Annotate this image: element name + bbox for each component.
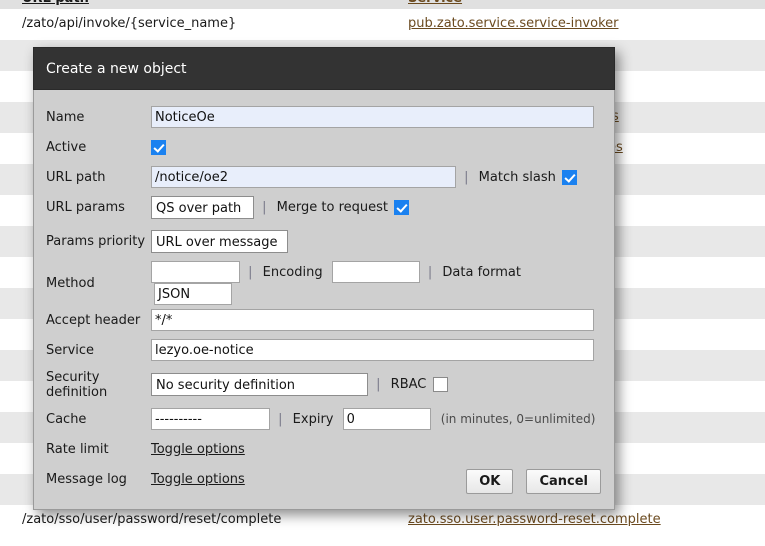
security-definition-select[interactable]: No security definition [151, 373, 368, 396]
form-row-cache: Cache ---------- | Expiry 0 (in minutes,… [46, 404, 602, 434]
dialog-title-bar: Create a new object [33, 47, 615, 90]
separator-pipe: | [262, 199, 267, 215]
label-data-format: Data format [442, 264, 521, 280]
label-rate-limit: Rate limit [46, 441, 109, 457]
form-row-rate-limit: Rate limit Toggle options [46, 434, 602, 464]
label-active: Active [46, 139, 87, 155]
expiry-input[interactable]: 0 [342, 408, 431, 430]
label-expiry: Expiry [292, 411, 334, 427]
accept-header-input[interactable]: */* [151, 309, 594, 331]
label-service: Service [46, 342, 95, 358]
url-params-select[interactable]: QS over path [151, 195, 254, 219]
rbac-checkbox[interactable] [432, 377, 448, 392]
label-params-priority: Params priority [46, 234, 146, 249]
label-url-path: URL path [46, 169, 106, 185]
label-merge-to-request: Merge to request [276, 199, 388, 215]
merge-to-request-checkbox[interactable] [394, 199, 410, 215]
dialog-body: Name NoticeOe Active URL path /notice/oe… [33, 90, 615, 510]
separator-pipe: | [248, 264, 253, 280]
form-row-service: Service lezyo.oe-notice [46, 335, 602, 365]
form-row-accept-header: Accept header */* [46, 305, 602, 335]
encoding-input[interactable] [331, 261, 420, 283]
form-row-params-priority: Params priority URL over message [46, 222, 602, 261]
params-priority-select[interactable]: URL over message [151, 230, 288, 253]
label-name: Name [46, 109, 85, 125]
modal-overlay: Create a new object Name NoticeOe Active… [0, 0, 765, 546]
label-cache: Cache [46, 411, 87, 427]
active-checkbox[interactable] [151, 139, 166, 155]
label-method: Method [46, 275, 95, 291]
form-row-url-path: URL path /notice/oe2 | Match slash [46, 162, 602, 192]
form-row-name: Name NoticeOe [46, 102, 602, 132]
data-format-input[interactable]: JSON [154, 283, 232, 305]
label-match-slash: Match slash [478, 169, 556, 185]
label-security-definition: Security definition [46, 369, 108, 400]
separator-pipe: | [464, 169, 469, 185]
form-row-url-params: URL params QS over path | Merge to reque… [46, 192, 602, 222]
label-url-params: URL params [46, 199, 125, 215]
rate-limit-toggle-link[interactable]: Toggle options [151, 442, 245, 457]
url-path-input[interactable]: /notice/oe2 [151, 166, 456, 188]
create-object-form: Name NoticeOe Active URL path /notice/oe… [46, 102, 602, 494]
label-accept-header: Accept header [46, 312, 141, 328]
name-input[interactable]: NoticeOe [151, 106, 594, 128]
expiry-hint: (in minutes, 0=unlimited) [440, 412, 596, 426]
service-input[interactable]: lezyo.oe-notice [151, 339, 594, 361]
dialog-title: Create a new object [46, 61, 187, 77]
form-row-method: Method | Encoding | Data format JSON [46, 261, 602, 305]
dialog-button-bar: OK Cancel [457, 469, 601, 494]
label-rbac: RBAC [390, 377, 427, 392]
separator-pipe: | [278, 411, 283, 427]
separator-pipe: | [376, 377, 381, 392]
create-object-dialog: Create a new object Name NoticeOe Active… [33, 47, 615, 510]
label-message-log: Message log [46, 471, 127, 487]
match-slash-checkbox[interactable] [561, 169, 577, 185]
message-log-toggle-link[interactable]: Toggle options [151, 472, 245, 487]
method-input[interactable] [151, 261, 240, 283]
form-row-security-definition: Security definition No security definiti… [46, 365, 602, 404]
cache-select[interactable]: ---------- [151, 408, 270, 430]
form-row-active: Active [46, 132, 602, 162]
separator-pipe: | [427, 264, 433, 280]
cancel-button[interactable]: Cancel [526, 469, 601, 494]
ok-button[interactable]: OK [466, 469, 514, 494]
label-encoding: Encoding [262, 264, 323, 280]
